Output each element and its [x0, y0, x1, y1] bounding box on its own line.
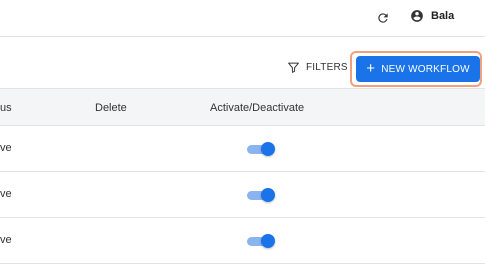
workflow-table: us Delete Activate/Deactivate ve ve ve	[0, 88, 485, 264]
status-cell: ve	[0, 188, 12, 200]
new-workflow-button[interactable]: + NEW WORKFLOW	[356, 56, 480, 82]
plus-icon: +	[366, 60, 376, 77]
table-row: ve	[0, 172, 485, 218]
toggle-knob	[261, 188, 275, 202]
table-header: us Delete Activate/Deactivate	[0, 88, 485, 126]
filters-button[interactable]: FILTERS	[287, 61, 348, 74]
refresh-icon[interactable]	[376, 10, 390, 26]
activate-toggle[interactable]	[247, 188, 275, 202]
top-bar: Bala	[0, 0, 485, 37]
new-workflow-label: NEW WORKFLOW	[381, 63, 470, 75]
column-header-activate: Activate/Deactivate	[210, 102, 305, 114]
user-menu[interactable]: Bala	[410, 9, 454, 23]
toggle-knob	[261, 142, 275, 156]
status-cell: ve	[0, 234, 12, 246]
filters-label: FILTERS	[306, 62, 348, 73]
toggle-knob	[261, 234, 275, 248]
table-row: ve	[0, 126, 485, 172]
column-header-status: us	[0, 102, 12, 114]
filter-icon	[288, 62, 299, 73]
status-cell: ve	[0, 142, 12, 154]
activate-toggle[interactable]	[247, 142, 275, 156]
table-row: ve	[0, 218, 485, 264]
activate-toggle[interactable]	[247, 234, 275, 248]
user-name: Bala	[431, 10, 455, 22]
column-header-delete: Delete	[95, 102, 127, 114]
account-circle-icon	[411, 10, 423, 22]
